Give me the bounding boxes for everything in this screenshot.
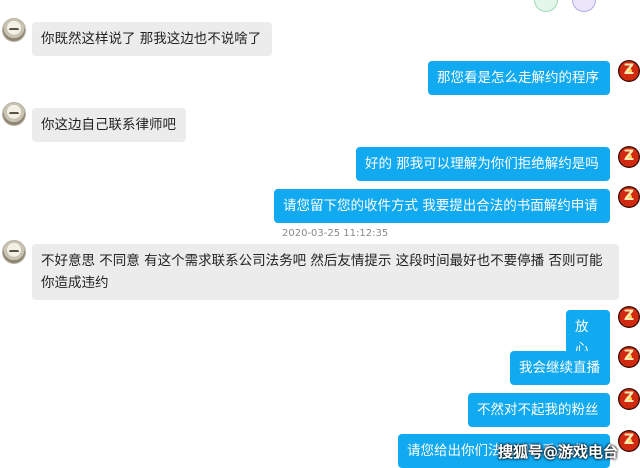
user-avatar: Z <box>618 186 640 208</box>
contact-avatar <box>2 240 26 264</box>
user-avatar: Z <box>618 388 640 410</box>
message-bubble-outgoing: 我会继续直播 <box>510 351 610 385</box>
user-avatar: Z <box>618 430 640 452</box>
message-bubble-outgoing: 好的 那我可以理解为你们拒绝解约是吗 <box>356 147 610 181</box>
message-bubble-incoming: 你既然这样说了 那我这边也不说啥了 <box>32 22 272 56</box>
user-avatar: Z <box>618 306 640 328</box>
message-bubble-outgoing: 那您看是怎么走解约的程序 <box>428 61 610 95</box>
user-avatar: Z <box>618 346 640 368</box>
message-bubble-outgoing: 不然对不起我的粉丝 <box>468 393 610 427</box>
user-avatar: Z <box>618 60 640 82</box>
message-timestamp: 2020-03-25 11:12:35 <box>282 228 389 239</box>
message-bubble-outgoing: 请您留下您的收件方式 我要提出合法的书面解约申请 <box>274 189 610 223</box>
contact-avatar <box>2 102 26 126</box>
phone-icon[interactable] <box>534 0 558 12</box>
message-bubble-incoming: 不好意思 不同意 有这个需求联系公司法务吧 然后友情提示 这段时间最好也不要停播… <box>32 244 619 300</box>
video-icon[interactable] <box>572 0 596 12</box>
watermark: 搜狐号@游戏电台 <box>497 443 618 461</box>
user-avatar: Z <box>618 146 640 168</box>
contact-avatar <box>2 18 26 42</box>
message-bubble-incoming: 你这边自己联系律师吧 <box>32 108 186 142</box>
